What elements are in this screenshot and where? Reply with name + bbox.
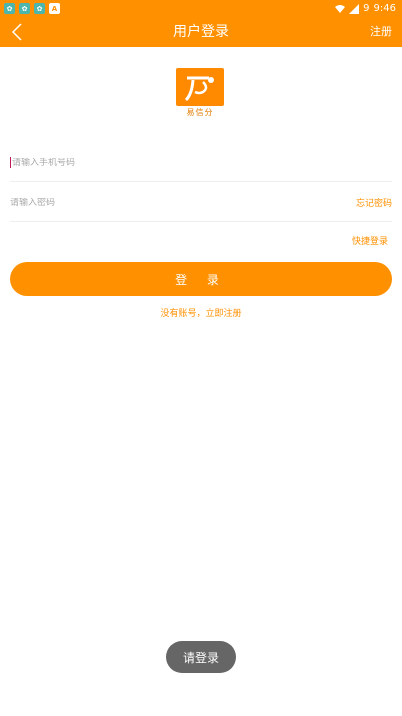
password-field-row: 忘记密码 <box>10 184 392 222</box>
phone-input[interactable] <box>12 157 392 168</box>
logo-glyph-icon <box>184 76 214 102</box>
password-input[interactable] <box>10 197 356 208</box>
register-now-link[interactable]: 没有账号，立即注册 <box>0 306 402 319</box>
system-status: 9 9:46 <box>335 3 396 14</box>
app-logo: 易信分 <box>176 68 224 117</box>
status-time: 9:46 <box>373 3 396 14</box>
wifi-icon <box>335 4 346 13</box>
register-link[interactable]: 注册 <box>370 17 392 47</box>
status-bar: ✿ ✿ ✿ A 9 9:46 <box>0 0 402 17</box>
a-notification-icon: A <box>49 3 60 14</box>
page-title: 用户登录 <box>173 24 229 40</box>
app-notification-icon: ✿ <box>4 3 15 14</box>
signal-icon <box>349 3 360 14</box>
toast-message: 请登录 <box>166 641 236 673</box>
battery-icon: 9 <box>363 3 370 14</box>
logo-caption: 易信分 <box>186 108 214 117</box>
forgot-password-link[interactable]: 忘记密码 <box>356 196 392 209</box>
text-caret <box>10 157 11 168</box>
quick-login-link[interactable]: 快捷登录 <box>352 234 388 247</box>
phone-field-row <box>10 144 392 182</box>
app-notification-icon: ✿ <box>19 3 30 14</box>
app-notification-icon: ✿ <box>34 3 45 14</box>
login-button[interactable]: 登 录 <box>10 262 392 296</box>
logo-mark <box>176 68 224 106</box>
notification-icons: ✿ ✿ ✿ A <box>4 3 60 14</box>
app-bar: 用户登录 注册 <box>0 17 402 47</box>
